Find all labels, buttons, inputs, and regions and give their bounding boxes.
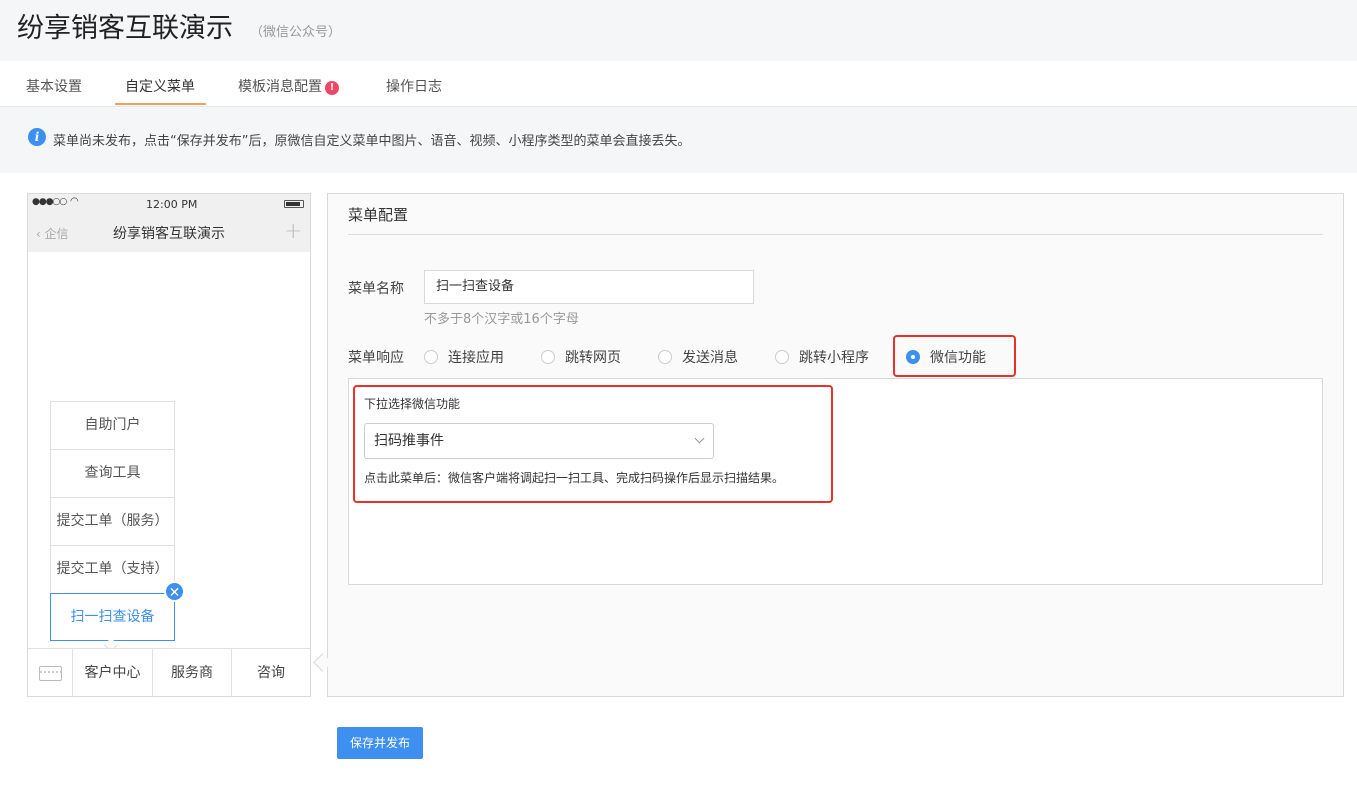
function-select-label: 下拉选择微信功能 xyxy=(364,397,461,411)
tab-label: 操作日志 xyxy=(386,79,442,95)
radio-label: 连接应用 xyxy=(448,350,504,366)
submenu-item-selected[interactable]: 扫一扫查设备 xyxy=(50,593,175,641)
info-icon: i xyxy=(28,128,46,146)
tab-operation-log[interactable]: 操作日志 xyxy=(386,76,442,96)
divider xyxy=(348,234,1323,235)
tab-label: 模板消息配置 xyxy=(238,79,322,95)
submenu-item[interactable]: 自助门户 xyxy=(50,401,175,449)
submenu-item[interactable]: 查询工具 xyxy=(50,449,175,497)
status-time: 12:00 PM xyxy=(146,198,198,211)
radio-jump-webpage[interactable]: 跳转网页 xyxy=(541,347,621,367)
notice-bar: i 菜单尚未发布，点击“保存并发布”后，原微信自定义菜单中图片、语音、视频、小程… xyxy=(0,107,1357,173)
radio-send-message[interactable]: 发送消息 xyxy=(658,347,738,367)
menu-response-label: 菜单响应 xyxy=(348,350,404,366)
menu-name-hint: 不多于8个汉字或16个字母 xyxy=(424,312,579,327)
wifi-icon: ◠ xyxy=(70,196,79,207)
radio-circle xyxy=(658,350,672,364)
radio-connect-app[interactable]: 连接应用 xyxy=(424,347,504,367)
menu-name-label: 菜单名称 xyxy=(348,281,404,297)
notice-text: 菜单尚未发布，点击“保存并发布”后，原微信自定义菜单中图片、语音、视频、小程序类… xyxy=(53,134,691,149)
app-subtitle: （微信公众号） xyxy=(250,25,342,40)
signal-icon: ●●●○○ xyxy=(32,197,67,207)
remove-item-icon[interactable]: ✕ xyxy=(164,581,185,602)
function-description: 点击此菜单后：微信客户端将调起扫一扫工具、完成扫码操作后显示扫描结果。 xyxy=(364,471,785,485)
submenu-item[interactable]: 提交工单（支持） xyxy=(50,545,175,593)
radio-circle xyxy=(541,350,555,364)
radio-label: 跳转小程序 xyxy=(799,350,869,366)
tab-label: 自定义菜单 xyxy=(125,79,195,95)
phone-bottom-menu: 客户中心 服务商 咨询 xyxy=(28,648,310,697)
phone-title: 纷享销客互联演示 xyxy=(113,226,225,242)
alert-badge: ! xyxy=(325,81,339,95)
bottom-menu-item[interactable]: 咨询 xyxy=(232,649,310,697)
app-title: 纷享销客互联演示 xyxy=(17,13,233,44)
keyboard-icon xyxy=(39,666,62,681)
submenu-item[interactable]: 提交工单（服务） xyxy=(50,497,175,545)
radio-label: 发送消息 xyxy=(682,350,738,366)
radio-circle xyxy=(775,350,789,364)
menu-name-input[interactable]: 扫一扫查设备 xyxy=(424,270,754,304)
panel-title: 菜单配置 xyxy=(348,206,409,224)
keyboard-toggle[interactable] xyxy=(28,649,73,697)
submenu-list: 自助门户 查询工具 提交工单（服务） 提交工单（支持） 扫一扫查设备 ✕ xyxy=(50,401,185,641)
bottom-menu-item[interactable]: 服务商 xyxy=(153,649,232,697)
phone-nav-bar: ‹ 企信 纷享销客互联演示 + xyxy=(28,214,310,252)
radio-mini-program[interactable]: 跳转小程序 xyxy=(775,347,869,367)
select-value: 扫码推事件 xyxy=(374,433,444,449)
radio-label: 跳转网页 xyxy=(565,350,621,366)
phone-preview: ●●●○○ ◠ 12:00 PM ‹ 企信 纷享销客互联演示 + 自助门户 查询… xyxy=(27,193,311,697)
tab-bar: 基本设置 自定义菜单 模板消息配置! 操作日志 xyxy=(0,61,1357,107)
chevron-down-icon xyxy=(694,433,705,444)
page-header: 纷享销客互联演示 （微信公众号） xyxy=(0,0,1357,61)
active-tab-indicator xyxy=(115,103,206,105)
tab-template-message[interactable]: 模板消息配置! xyxy=(238,76,339,96)
tab-custom-menu[interactable]: 自定义菜单 xyxy=(125,76,195,96)
save-publish-button[interactable]: 保存并发布 xyxy=(337,727,423,759)
tab-label: 基本设置 xyxy=(26,79,82,95)
radio-circle xyxy=(424,350,438,364)
menu-config-panel: 菜单配置 菜单名称 扫一扫查设备 不多于8个汉字或16个字母 菜单响应 连接应用… xyxy=(327,193,1344,697)
battery-icon xyxy=(284,200,304,208)
plus-icon[interactable]: + xyxy=(284,219,302,244)
tab-basic-settings[interactable]: 基本设置 xyxy=(26,76,82,96)
phone-status-bar: ●●●○○ ◠ 12:00 PM xyxy=(28,194,310,214)
bottom-menu-item[interactable]: 客户中心 xyxy=(73,649,153,697)
highlight-box xyxy=(893,335,1016,377)
wechat-function-select[interactable]: 扫码推事件 xyxy=(364,423,714,459)
